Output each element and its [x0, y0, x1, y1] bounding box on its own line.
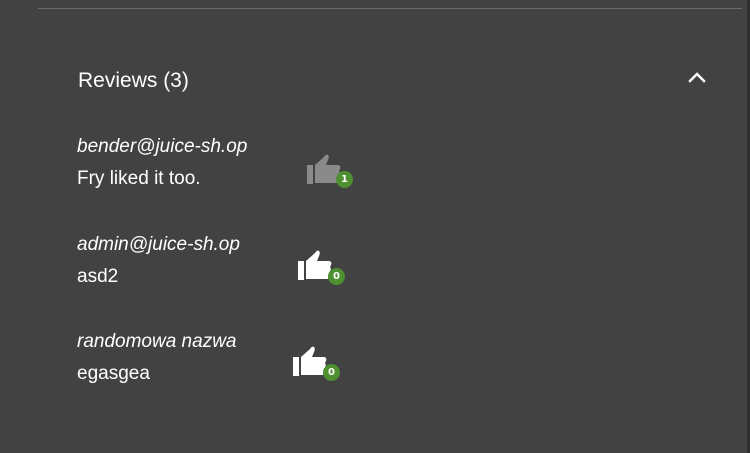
review-message: Fry liked it too. [77, 168, 201, 189]
like-button[interactable]: 0 [292, 345, 340, 385]
reviews-title: Reviews (3) [78, 69, 189, 92]
like-button[interactable]: 1 [305, 152, 353, 192]
product-details-panel: Reviews (3) bender@juice-sh.op Fry liked… [0, 0, 750, 453]
like-button[interactable]: 0 [297, 248, 345, 288]
like-count-badge: 0 [323, 364, 340, 381]
review-author: bender@juice-sh.op [77, 136, 248, 157]
review-author: admin@juice-sh.op [77, 234, 240, 255]
chevron-up-icon[interactable] [686, 66, 708, 88]
like-count-badge: 1 [336, 171, 353, 188]
divider [38, 8, 742, 9]
review-author: randomowa nazwa [77, 331, 237, 352]
review-message: egasgea [77, 363, 150, 384]
reviews-panel-header[interactable]: Reviews (3) [38, 54, 718, 106]
review-message: asd2 [77, 266, 119, 287]
like-count-badge: 0 [328, 268, 345, 285]
